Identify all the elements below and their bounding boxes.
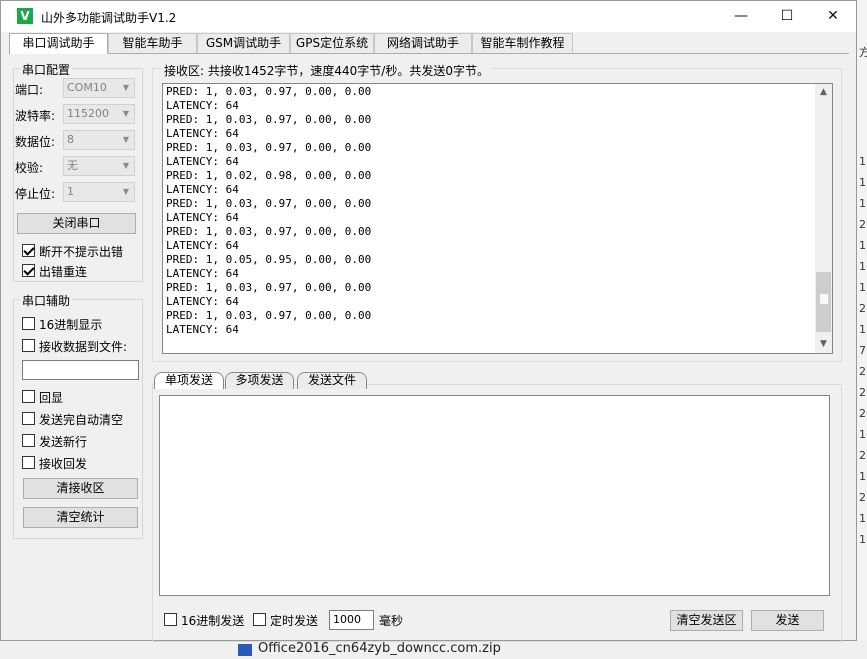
no-prompt-label: 断开不提示出错 bbox=[39, 245, 124, 259]
serial-config-title: 串口配置 bbox=[20, 61, 73, 78]
receive-line: PRED: 1, 0.02, 0.98, 0.00, 0.00 bbox=[166, 169, 372, 182]
auto-clear-label: 发送完自动清空 bbox=[39, 413, 124, 427]
send-button[interactable]: 发送 bbox=[751, 610, 824, 631]
tab-multi-send[interactable]: 多项发送 bbox=[225, 372, 294, 389]
receive-line: PRED: 1, 0.03, 0.97, 0.00, 0.00 bbox=[166, 85, 372, 98]
receive-line: LATENCY: 64 bbox=[166, 155, 239, 168]
tab-gsm[interactable]: GSM调试助手 bbox=[197, 33, 290, 53]
background-file-row: Office2016_cn64zyb_downcc.com.zip bbox=[0, 640, 867, 659]
hex-send-label: 16进制发送 bbox=[181, 614, 245, 628]
receive-status: 接收区: 共接收1452字节，速度440字节/秒。共发送0字节。 bbox=[162, 62, 491, 79]
close-port-button[interactable]: 关闭串口 bbox=[17, 213, 136, 234]
tab-single-send[interactable]: 单项发送 bbox=[154, 372, 224, 389]
tab-gps[interactable]: GPS定位系统 bbox=[290, 33, 374, 53]
bg-file-name: Office2016_cn64zyb_downcc.com.zip bbox=[258, 641, 501, 656]
title-bar[interactable]: V 山外多功能调试助手V1.2 — ☐ ✕ bbox=[1, 1, 856, 32]
recv-reply-checkbox[interactable] bbox=[22, 456, 35, 469]
receive-textarea[interactable]: PRED: 1, 0.03, 0.97, 0.00, 0.00 LATENCY: … bbox=[162, 83, 833, 354]
receive-line: PRED: 1, 0.05, 0.95, 0.00, 0.00 bbox=[166, 253, 372, 266]
zip-file-icon bbox=[238, 644, 252, 656]
reconnect-label: 出错重连 bbox=[39, 265, 88, 279]
file-path-input[interactable] bbox=[22, 360, 139, 380]
stopbits-select[interactable]: 1 ▼ bbox=[63, 182, 135, 202]
save-to-file-checkbox[interactable] bbox=[22, 339, 35, 352]
receive-log: PRED: 1, 0.03, 0.97, 0.00, 0.00 LATENCY: … bbox=[166, 85, 371, 337]
tab-smartcar-tutorial[interactable]: 智能车制作教程 bbox=[472, 33, 573, 53]
chevron-down-icon: ▼ bbox=[122, 83, 129, 92]
maximize-button[interactable]: ☐ bbox=[764, 1, 810, 32]
app-logo-icon: V bbox=[17, 8, 33, 24]
background-window-right: 方 1 1 1 2 1 1 1 2 1 7 2 2 2 1 2 1 2 1 1 bbox=[857, 0, 867, 659]
clear-stats-button[interactable]: 清空统计 bbox=[23, 507, 138, 528]
receive-line: PRED: 1, 0.03, 0.97, 0.00, 0.00 bbox=[166, 225, 372, 238]
port-label: 端口: bbox=[15, 83, 44, 97]
chevron-down-icon: ▼ bbox=[122, 109, 129, 118]
tab-send-file[interactable]: 发送文件 bbox=[297, 372, 367, 389]
recv-reply-label: 接收回发 bbox=[39, 457, 88, 471]
timed-send-label: 定时发送 bbox=[270, 614, 319, 628]
reconnect-checkbox[interactable] bbox=[22, 264, 35, 277]
receive-line: PRED: 1, 0.03, 0.97, 0.00, 0.00 bbox=[166, 113, 372, 126]
receive-line: LATENCY: 64 bbox=[166, 183, 239, 196]
receive-line: PRED: 1, 0.03, 0.97, 0.00, 0.00 bbox=[166, 197, 372, 210]
chevron-down-icon: ▼ bbox=[122, 187, 129, 196]
send-textarea[interactable] bbox=[159, 395, 830, 596]
baud-select[interactable]: 115200 ▼ bbox=[63, 104, 135, 124]
serial-aux-title: 串口辅助 bbox=[20, 292, 73, 309]
hex-display-label: 16进制显示 bbox=[39, 318, 103, 332]
echo-checkbox[interactable] bbox=[22, 390, 35, 403]
save-to-file-label: 接收数据到文件: bbox=[39, 340, 128, 354]
tab-divider bbox=[9, 53, 849, 54]
scroll-up-icon[interactable]: ▲ bbox=[815, 84, 832, 101]
receive-line: PRED: 1, 0.03, 0.97, 0.00, 0.00 bbox=[166, 141, 372, 154]
parity-label: 校验: bbox=[15, 161, 44, 175]
receive-line: LATENCY: 64 bbox=[166, 211, 239, 224]
minimize-button[interactable]: — bbox=[718, 1, 764, 32]
send-newline-label: 发送新行 bbox=[39, 435, 88, 449]
echo-label: 回显 bbox=[39, 391, 64, 405]
hex-display-checkbox[interactable] bbox=[22, 317, 35, 330]
hex-send-checkbox[interactable] bbox=[164, 613, 177, 626]
interval-input[interactable]: 1000 bbox=[329, 610, 374, 630]
send-newline-checkbox[interactable] bbox=[22, 434, 35, 447]
tab-serial-debug[interactable]: 串口调试助手 bbox=[9, 33, 108, 54]
clear-receive-button[interactable]: 清接收区 bbox=[23, 478, 138, 499]
clear-send-button[interactable]: 清空发送区 bbox=[670, 610, 743, 631]
databits-label: 数据位: bbox=[15, 135, 56, 149]
receive-line: LATENCY: 64 bbox=[166, 99, 239, 112]
auto-clear-checkbox[interactable] bbox=[22, 412, 35, 425]
no-prompt-checkbox[interactable] bbox=[22, 244, 35, 257]
tab-network[interactable]: 网络调试助手 bbox=[374, 33, 472, 53]
tab-smartcar[interactable]: 智能车助手 bbox=[108, 33, 197, 53]
receive-line: LATENCY: 64 bbox=[166, 323, 239, 336]
databits-select[interactable]: 8 ▼ bbox=[63, 130, 135, 150]
receive-line: LATENCY: 64 bbox=[166, 267, 239, 280]
parity-select[interactable]: 无 ▼ bbox=[63, 156, 135, 176]
receive-line: PRED: 1, 0.03, 0.97, 0.00, 0.00 bbox=[166, 281, 372, 294]
timed-send-checkbox[interactable] bbox=[253, 613, 266, 626]
port-select[interactable]: COM10 ▼ bbox=[63, 78, 135, 98]
baud-label: 波特率: bbox=[15, 109, 56, 123]
bg-fragment: 方 bbox=[859, 46, 867, 59]
stopbits-label: 停止位: bbox=[15, 187, 56, 201]
app-window: V 山外多功能调试助手V1.2 — ☐ ✕ 串口调试助手 智能车助手 GSM调试… bbox=[0, 0, 857, 642]
close-button[interactable]: ✕ bbox=[810, 1, 856, 32]
receive-line: LATENCY: 64 bbox=[166, 295, 239, 308]
receive-line: LATENCY: 64 bbox=[166, 239, 239, 252]
chevron-down-icon: ▼ bbox=[122, 135, 129, 144]
receive-line: LATENCY: 64 bbox=[166, 127, 239, 140]
receive-scrollbar[interactable]: ▲ ▼ bbox=[815, 84, 832, 353]
interval-unit: 毫秒 bbox=[379, 614, 404, 628]
receive-line: PRED: 1, 0.03, 0.97, 0.00, 0.00 bbox=[166, 309, 372, 322]
scroll-down-icon[interactable]: ▼ bbox=[815, 336, 832, 353]
scroll-thumb[interactable] bbox=[816, 272, 831, 332]
window-title: 山外多功能调试助手V1.2 bbox=[41, 11, 177, 25]
chevron-down-icon: ▼ bbox=[122, 161, 129, 170]
